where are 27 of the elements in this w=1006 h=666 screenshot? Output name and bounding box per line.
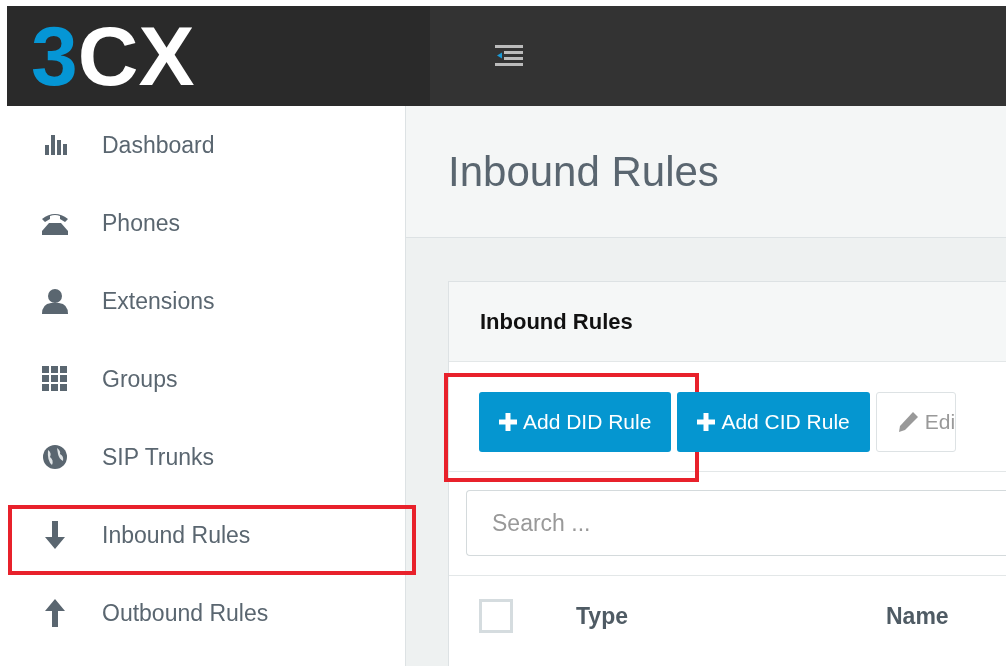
plus-icon [697,413,716,431]
sidebar-item[interactable]: Groups [7,340,405,418]
user-icon [40,288,69,314]
pencil-icon [896,411,919,433]
sidebar-item[interactable]: Outbound Rules [7,574,405,652]
column-header[interactable]: Type [576,602,886,630]
add-button[interactable]: Add DID Rule [479,392,672,452]
globe-icon [41,444,68,470]
grid-icon [41,366,68,392]
sidebar-item[interactable]: SIP Trunks [7,418,405,496]
select-all-checkbox[interactable] [479,599,513,633]
sidebar-item[interactable]: Dashboard [7,106,405,184]
panel-title: Inbound Rules [480,308,633,335]
bar-chart-icon [42,135,67,155]
page-title: Inbound Rules [448,147,719,196]
phone-icon [40,211,69,235]
down-arrow-icon [43,521,66,549]
up-arrow-icon [43,599,66,627]
menu-toggle-icon[interactable] [495,45,523,67]
add-button[interactable]: Add CID Rule [677,392,870,452]
column-header[interactable]: Name [886,602,949,630]
sidebar-item[interactable]: Extensions [7,262,405,340]
search-field[interactable]: Search ... [466,490,1006,556]
sidebar-item[interactable]: Phones [7,184,405,262]
sidebar-item[interactable]: Inbound Rules [7,496,405,574]
logo: 3CX [31,14,195,98]
plus-icon [499,413,517,431]
